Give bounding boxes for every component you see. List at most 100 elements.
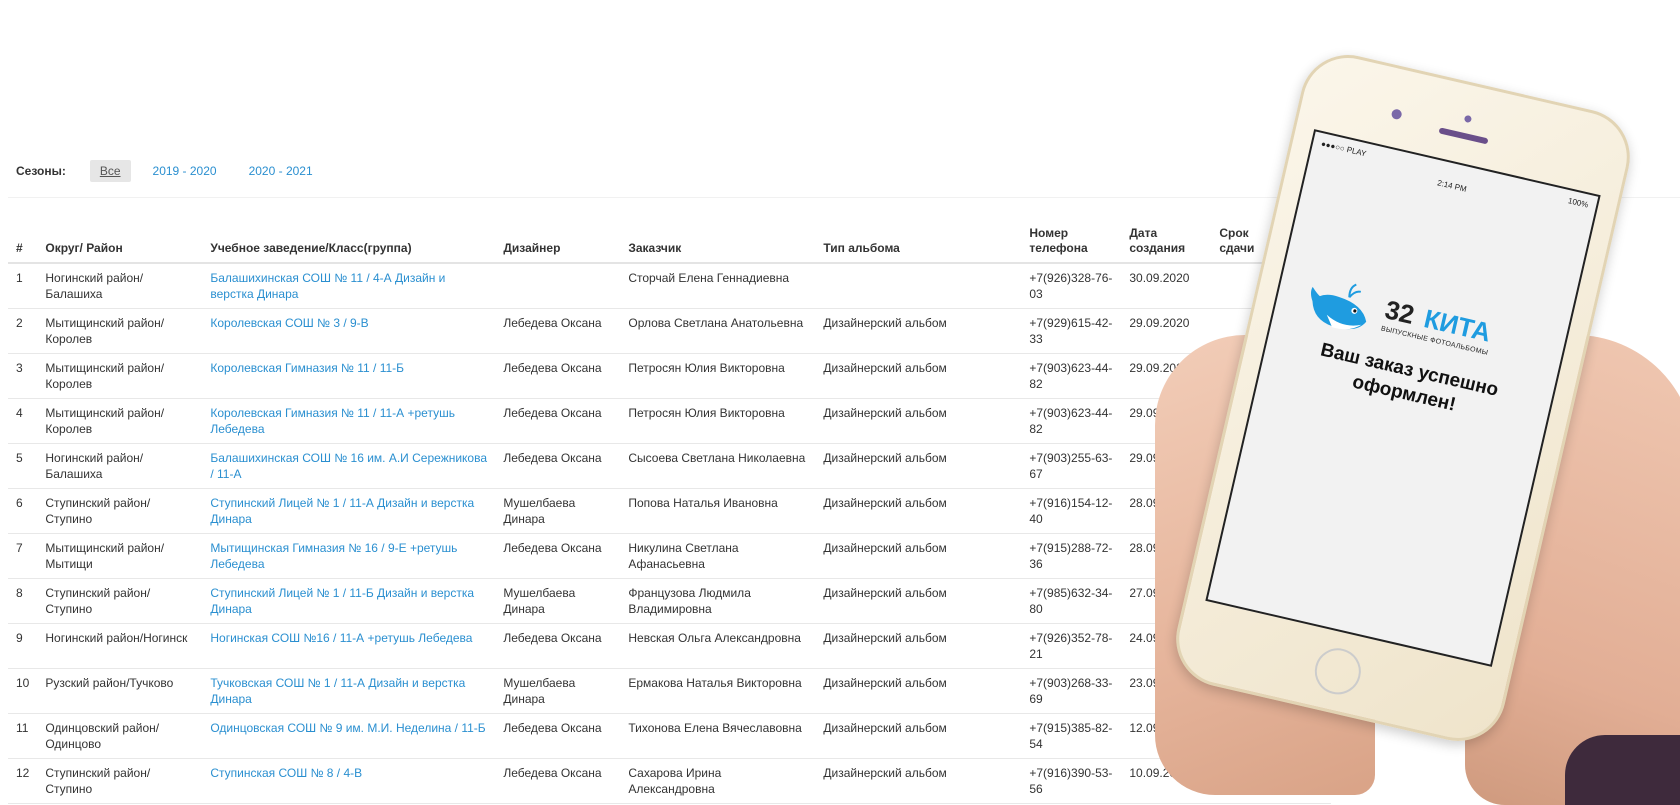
- status-time: 2:14 PM: [1436, 178, 1468, 194]
- cell-school: Тучковская СОШ № 1 / 11-А Дизайн и верст…: [202, 668, 496, 714]
- cell-phone: +7(926)328-76-03: [1021, 263, 1122, 309]
- table-row[interactable]: 8 Ступинский район/Ступино Ступинский Лице…: [8, 578, 1332, 624]
- cell-num: 1: [8, 263, 38, 309]
- cell-district: Мытищинский район/ Мытищи: [37, 533, 203, 579]
- school-link[interactable]: Ступинский Лицей № 1 / 11-Б Дизайн и вер…: [210, 586, 474, 616]
- cell-designer: Лебедева Оксана: [495, 623, 621, 669]
- table-row[interactable]: 12 Ступинский район/Ступино Ступинская СОШ…: [8, 758, 1332, 804]
- cell-phone: +7(915)385-82-54: [1021, 713, 1122, 759]
- table-row[interactable]: 10 Рузский район/Тучково Тучковская СОШ № …: [8, 668, 1332, 714]
- cell-school: Балашихинская СОШ № 11 / 4-А Дизайн и ве…: [202, 263, 496, 309]
- header-album[interactable]: Тип альбома: [815, 218, 1022, 264]
- school-link[interactable]: Одинцовская СОШ № 9 им. М.И. Неделина / …: [210, 721, 485, 735]
- school-link[interactable]: Королевская Гимназия № 11 / 11-А +ретушь…: [210, 406, 455, 436]
- cell-num: 7: [8, 533, 38, 579]
- school-link[interactable]: Ступинская СОШ № 8 / 4-В: [210, 766, 362, 780]
- cell-district: Мытищинский район/ Королев: [37, 398, 203, 444]
- table-row[interactable]: 2 Мытищинский район/ Королев Королевская С…: [8, 308, 1332, 354]
- home-button[interactable]: [1310, 643, 1366, 699]
- table-row[interactable]: 5 Ногинский район/ Балашиха Балашихинская …: [8, 443, 1332, 489]
- cell-album: Дизайнерский альбом: [815, 308, 1022, 354]
- cell-num: 10: [8, 668, 38, 714]
- cell-school: Королевская СОШ № 3 / 9-В: [202, 308, 496, 354]
- page: Сезоны: Все 2019 - 2020 2020 - 2021 # Ок…: [0, 0, 1680, 805]
- front-camera: [1390, 108, 1403, 121]
- cell-district: Ногинский район/Ногинск: [37, 623, 203, 669]
- table-row[interactable]: 1 Ногинский район/ Балашиха Балашихинская …: [8, 263, 1332, 309]
- table-row[interactable]: 4 Мытищинский район/ Королев Королевская Г…: [8, 398, 1332, 444]
- cell-num: 5: [8, 443, 38, 489]
- header-phone-l2: телефона: [1029, 241, 1088, 255]
- cell-phone: +7(916)154-12-40: [1021, 488, 1122, 534]
- battery-label: 100%: [1567, 196, 1590, 210]
- school-link[interactable]: Тучковская СОШ № 1 / 11-А Дизайн и верст…: [210, 676, 465, 706]
- cell-customer: Никулина Светлана Афанасьевна: [620, 533, 816, 579]
- cell-designer: Лебедева Оксана: [495, 398, 621, 444]
- table-row[interactable]: 9 Ногинский район/Ногинск Ногинская СОШ №1…: [8, 623, 1332, 669]
- header-num[interactable]: #: [8, 218, 38, 264]
- seasons-label: Сезоны:: [16, 164, 66, 178]
- school-link[interactable]: Балашихинская СОШ № 16 им. А.И Сережнико…: [210, 451, 487, 481]
- cell-designer: Лебедева Оксана: [495, 308, 621, 354]
- season-2019-2020-link[interactable]: 2019 - 2020: [143, 160, 227, 182]
- header-created-l1: Дата: [1129, 226, 1158, 240]
- season-2020-2021-link[interactable]: 2020 - 2021: [239, 160, 323, 182]
- cell-num: 8: [8, 578, 38, 624]
- header-district[interactable]: Округ/ Район: [37, 218, 203, 264]
- cell-school: Королевская Гимназия № 11 / 11-А +ретушь…: [202, 398, 496, 444]
- cell-customer: Сторчай Елена Геннадиевна: [620, 263, 816, 309]
- cell-designer: Лебедева Оксана: [495, 713, 621, 759]
- cell-customer: Французова Людмила Владимировна: [620, 578, 816, 624]
- cell-num: 4: [8, 398, 38, 444]
- speaker-grille: [1438, 127, 1489, 145]
- table-row[interactable]: 3 Мытищинский район/ Королев Королевская Г…: [8, 353, 1332, 399]
- cell-album: [815, 263, 1022, 309]
- cell-customer: Петросян Юлия Викторовна: [620, 398, 816, 444]
- header-designer[interactable]: Дизайнер: [495, 218, 621, 264]
- cell-customer: Невская Ольга Александровна: [620, 623, 816, 669]
- cell-school: Ногинская СОШ №16 / 11-А +ретушь Лебедев…: [202, 623, 496, 669]
- cell-album: Дизайнерский альбом: [815, 578, 1022, 624]
- cell-album: Дизайнерский альбом: [815, 668, 1022, 714]
- school-link[interactable]: Мытищинская Гимназия № 16 / 9-Е +ретушь …: [210, 541, 457, 571]
- cell-designer: Мушелбаева Динара: [495, 488, 621, 534]
- cell-album: Дизайнерский альбом: [815, 713, 1022, 759]
- table-row[interactable]: 7 Мытищинский район/ Мытищи Мытищинская Ги…: [8, 533, 1332, 579]
- table-row[interactable]: 11 Одинцовский район/ Одинцово Одинцовская…: [8, 713, 1332, 759]
- cell-designer: Лебедева Оксана: [495, 353, 621, 399]
- cell-phone: +7(916)390-53-56: [1021, 758, 1122, 804]
- cell-num: 6: [8, 488, 38, 534]
- cell-school: Ступинская СОШ № 8 / 4-В: [202, 758, 496, 804]
- cell-district: Мытищинский район/ Королев: [37, 308, 203, 354]
- cell-district: Ступинский район/Ступино: [37, 488, 203, 534]
- cell-album: Дизайнерский альбом: [815, 443, 1022, 489]
- cell-district: Ногинский район/ Балашиха: [37, 263, 203, 309]
- school-link[interactable]: Королевская СОШ № 3 / 9-В: [210, 316, 368, 330]
- header-phone[interactable]: Номер телефона: [1021, 218, 1122, 264]
- sleeve: [1565, 735, 1680, 805]
- school-link[interactable]: Королевская Гимназия № 11 / 11-Б: [210, 361, 404, 375]
- school-link[interactable]: Ступинский Лицей № 1 / 11-А Дизайн и вер…: [210, 496, 474, 526]
- cell-designer: Лебедева Оксана: [495, 443, 621, 489]
- orders-table: # Округ/ Район Учебное заведение/Класс(г…: [8, 218, 1332, 804]
- cell-district: Ступинский район/Ступино: [37, 578, 203, 624]
- cell-customer: Петросян Юлия Викторовна: [620, 353, 816, 399]
- cell-num: 11: [8, 713, 38, 759]
- cell-school: Балашихинская СОШ № 16 им. А.И Сережнико…: [202, 443, 496, 489]
- cell-phone: +7(915)288-72-36: [1021, 533, 1122, 579]
- table-header-row: # Округ/ Район Учебное заведение/Класс(г…: [8, 218, 1332, 264]
- cell-num: 9: [8, 623, 38, 669]
- cell-district: Ногинский район/ Балашиха: [37, 443, 203, 489]
- cell-phone: +7(903)255-63-67: [1021, 443, 1122, 489]
- header-school[interactable]: Учебное заведение/Класс(группа): [202, 218, 496, 264]
- season-all-button[interactable]: Все: [89, 160, 131, 182]
- cell-num: 3: [8, 353, 38, 399]
- school-link[interactable]: Ногинская СОШ №16 / 11-А +ретушь Лебедев…: [210, 631, 472, 645]
- cell-customer: Ермакова Наталья Викторовна: [620, 668, 816, 714]
- header-customer[interactable]: Заказчик: [620, 218, 816, 264]
- cell-phone: +7(926)352-78-21: [1021, 623, 1122, 669]
- table-row[interactable]: 6 Ступинский район/Ступино Ступинский Лице…: [8, 488, 1332, 534]
- school-link[interactable]: Балашихинская СОШ № 11 / 4-А Дизайн и ве…: [210, 271, 445, 301]
- cell-customer: Тихонова Елена Вячеславовна: [620, 713, 816, 759]
- seasons-filter: Сезоны: Все 2019 - 2020 2020 - 2021: [16, 160, 335, 182]
